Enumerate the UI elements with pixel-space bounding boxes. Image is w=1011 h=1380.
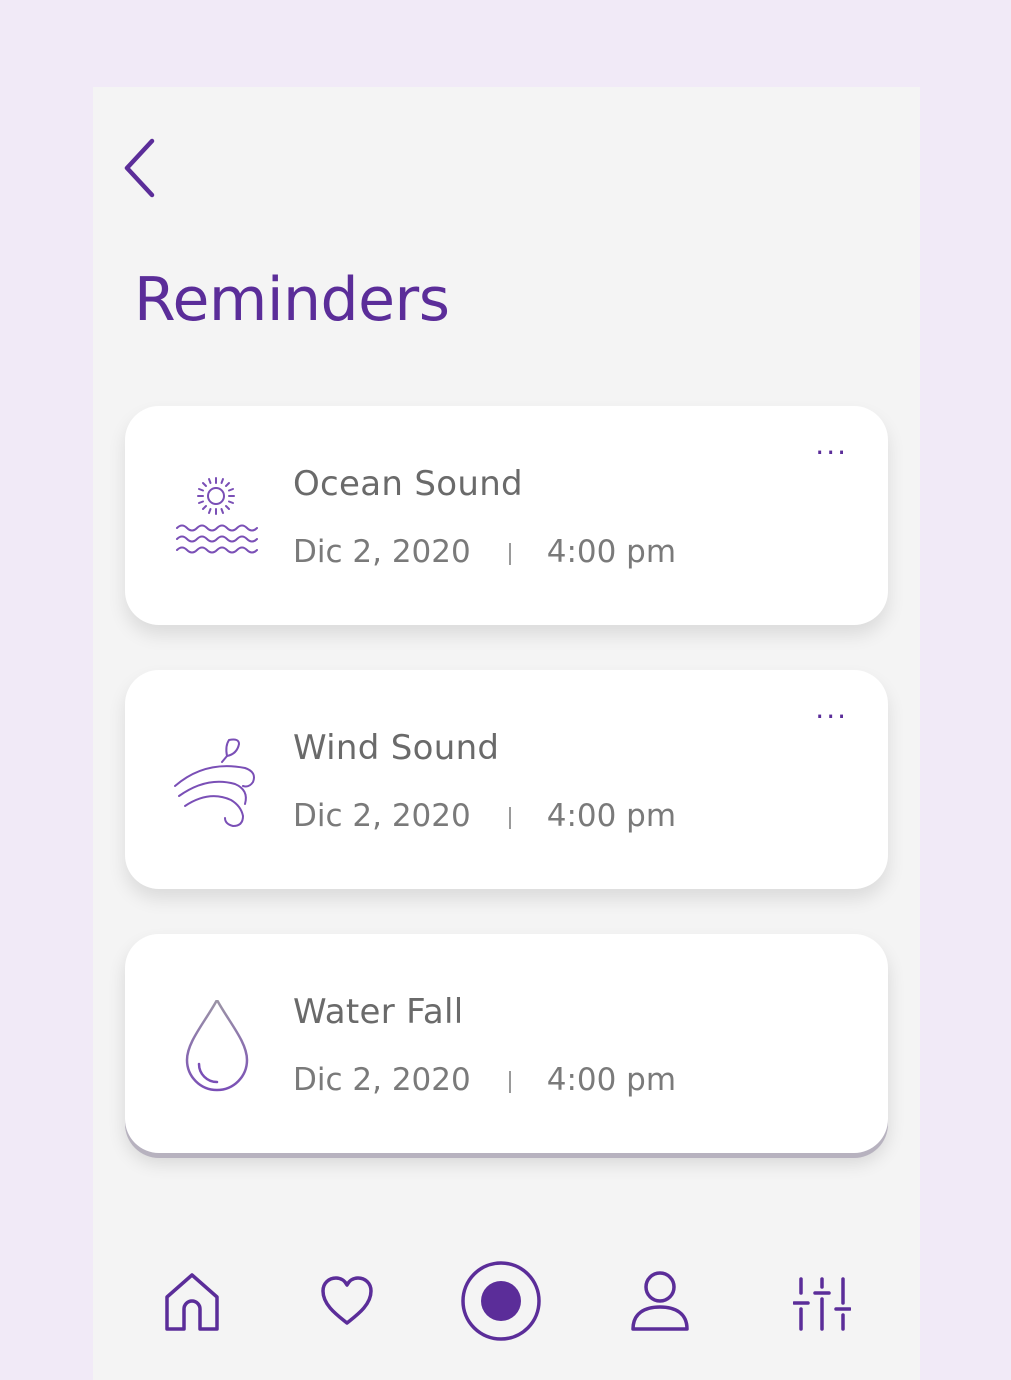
reminder-time: 4:00 pm [546, 534, 677, 570]
reminder-name: Water Fall [293, 992, 464, 1032]
reminder-datetime: Dic 2, 2020 4:00 pm [293, 534, 676, 570]
reminder-time: 4:00 pm [546, 1062, 677, 1098]
divider [508, 542, 511, 565]
reminder-datetime: Dic 2, 2020 4:00 pm [293, 1062, 676, 1098]
reminder-card-ocean[interactable]: Ocean Sound Dic 2, 2020 4:00 pm ... [125, 406, 888, 625]
reminder-date: Dic 2, 2020 [293, 534, 471, 570]
settings-sliders-icon[interactable] [793, 1275, 851, 1333]
ocean-icon [176, 477, 258, 554]
reminder-date: Dic 2, 2020 [293, 1062, 471, 1098]
app-screen: Reminders Ocean Sound Dic 2, 2020 4:00 p… [93, 87, 920, 1380]
reminder-time: 4:00 pm [546, 798, 677, 834]
more-options-button[interactable]: ... [815, 692, 848, 725]
profile-icon[interactable] [629, 1269, 691, 1333]
reminder-card-wind[interactable]: Wind Sound Dic 2, 2020 4:00 pm ... [125, 670, 888, 889]
divider [508, 806, 511, 829]
heart-icon[interactable] [319, 1275, 375, 1327]
more-options-button[interactable]: ... [815, 428, 848, 461]
wind-icon [174, 738, 255, 828]
record-icon[interactable] [460, 1257, 542, 1345]
reminder-name: Ocean Sound [293, 464, 523, 504]
reminder-datetime: Dic 2, 2020 4:00 pm [293, 798, 676, 834]
back-arrow-icon[interactable] [117, 135, 167, 201]
water-drop-icon [185, 1000, 249, 1092]
reminder-name: Wind Sound [293, 728, 500, 768]
divider [508, 1070, 511, 1093]
bottom-navigation [93, 1257, 920, 1347]
reminder-card-waterfall[interactable]: Water Fall Dic 2, 2020 4:00 pm [125, 934, 888, 1153]
home-icon[interactable] [163, 1271, 221, 1333]
page-title: Reminders [134, 265, 450, 335]
reminder-date: Dic 2, 2020 [293, 798, 471, 834]
